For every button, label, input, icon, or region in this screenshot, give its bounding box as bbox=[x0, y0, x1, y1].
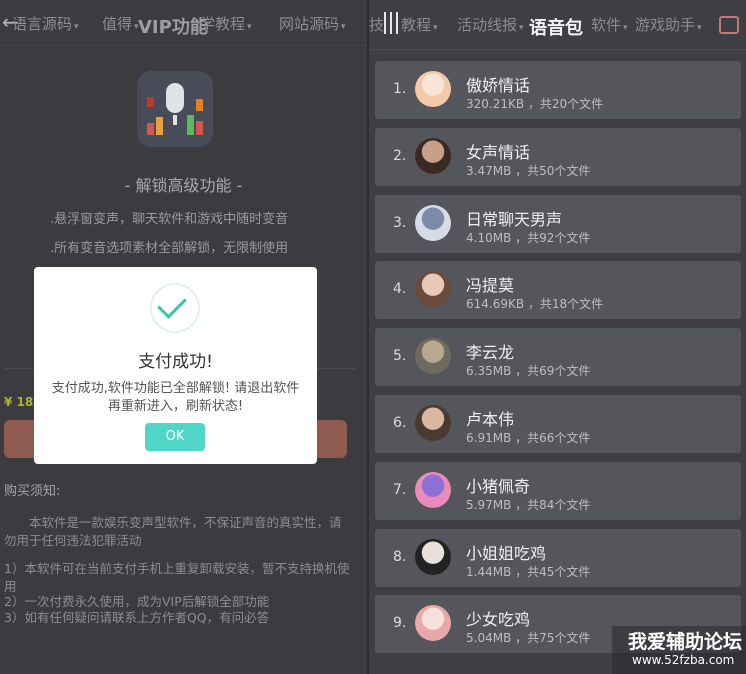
item-meta: 3.47MB ，共50个文件 bbox=[466, 164, 591, 178]
item-meta: 4.10MB ，共92个文件 bbox=[466, 231, 591, 245]
voice-pack-item[interactable]: 5. 李云龙 6.35MB ，共69个文件 bbox=[375, 328, 741, 386]
item-name: 傲娇情话 bbox=[466, 76, 531, 95]
equalizer-bar bbox=[187, 115, 194, 135]
item-meta: 320.21KB ，共20个文件 bbox=[466, 97, 604, 111]
item-index: 8. bbox=[393, 549, 407, 565]
voice-pack-item[interactable]: 1. 傲娇情话 320.21KB ，共20个文件 bbox=[375, 61, 741, 119]
notice-title: 购买须知: bbox=[4, 484, 61, 499]
watermark-url: www.52fzba.com bbox=[632, 653, 735, 667]
equalizer-bar bbox=[196, 99, 203, 111]
item-name: 少女吃鸡 bbox=[466, 610, 531, 629]
avatar bbox=[415, 71, 451, 107]
avatar bbox=[415, 472, 451, 508]
avatar bbox=[415, 605, 451, 641]
nav-item-language-source[interactable]: 语言源码 ▾ bbox=[12, 13, 79, 34]
item-index: 2. bbox=[393, 148, 407, 164]
unlock-title: - 解锁高级功能 - bbox=[124, 176, 243, 195]
item-meta: 1.44MB ，共45个文件 bbox=[466, 565, 591, 579]
nav-item-game-helper[interactable]: 游戏助手 ▾ bbox=[635, 14, 702, 35]
nav-item-tech[interactable]: 技 bbox=[369, 14, 384, 35]
item-name: 卢本伟 bbox=[466, 410, 515, 429]
price-label: ¥ 18. bbox=[4, 395, 38, 409]
item-index: 9. bbox=[393, 615, 407, 631]
nav-item-activity-news[interactable]: 活动线报 ▾ bbox=[457, 14, 524, 35]
equalizer-bar bbox=[196, 121, 203, 135]
equalizer-bar bbox=[147, 123, 154, 135]
item-name: 小姐姐吃鸡 bbox=[466, 544, 547, 563]
vip-panel: ← 语言源码 ▾ 值得 ▾ 学教程 ▾ 网站源码 ▾ VIP功能 - 解锁高级功能 - … bbox=[0, 0, 367, 674]
watermark-name: 我爱辅助论坛 bbox=[628, 631, 743, 653]
left-top-nav: ← 语言源码 ▾ 值得 ▾ 学教程 ▾ 网站源码 ▾ VIP功能 bbox=[0, 0, 367, 46]
item-name: 日常聊天男声 bbox=[466, 210, 563, 229]
item-name: 女声情话 bbox=[466, 143, 531, 162]
avatar bbox=[415, 138, 451, 174]
avatar bbox=[415, 338, 451, 374]
app-logo bbox=[137, 71, 213, 147]
success-check-icon bbox=[150, 283, 200, 333]
menu-icon[interactable] bbox=[384, 12, 398, 34]
item-meta: 6.91MB ，共66个文件 bbox=[466, 431, 591, 445]
avatar bbox=[415, 271, 451, 307]
voice-pack-item[interactable]: 8. 小姐姐吃鸡 1.44MB ，共45个文件 bbox=[375, 529, 741, 587]
item-index: 4. bbox=[393, 281, 407, 297]
page-title: 语音包 bbox=[529, 18, 583, 39]
notice-body: 本软件是一款娱乐变声型软件，不保证声音的真实性，请勿用于任何违法犯罪活动 bbox=[4, 515, 342, 548]
nav-item-tutorial[interactable]: 教程 ▾ bbox=[401, 14, 438, 35]
voice-pack-item[interactable]: 7. 小猪佩奇 5.97MB ，共84个文件 bbox=[375, 462, 741, 520]
screen: ← 语言源码 ▾ 值得 ▾ 学教程 ▾ 网站源码 ▾ VIP功能 - 解锁高级功能 - … bbox=[0, 0, 746, 674]
shop-icon[interactable] bbox=[719, 16, 739, 34]
equalizer-bar bbox=[147, 97, 154, 107]
notice-item: 1）本软件可在当前支付手机上重复卸载安装，暂不支持换机使用 bbox=[4, 561, 350, 594]
item-index: 3. bbox=[393, 215, 407, 231]
item-meta: 5.97MB ，共84个文件 bbox=[466, 498, 591, 512]
page-title: VIP功能 bbox=[138, 17, 208, 38]
item-index: 7. bbox=[393, 482, 407, 498]
nav-item-software[interactable]: 软件 ▾ bbox=[591, 14, 628, 35]
item-meta: 5.04MB ，共75个文件 bbox=[466, 631, 591, 645]
item-index: 1. bbox=[393, 81, 407, 97]
avatar bbox=[415, 405, 451, 441]
item-meta: 6.35MB ，共69个文件 bbox=[466, 364, 591, 378]
item-name: 冯提莫 bbox=[466, 276, 515, 295]
dialog-message: 支付成功,软件功能已全部解锁! 请退出软件再重新进入，刷新状态! bbox=[51, 381, 300, 414]
voice-pack-item[interactable]: 4. 冯提莫 614.69KB ，共18个文件 bbox=[375, 261, 741, 319]
equalizer-bar bbox=[156, 117, 163, 135]
voice-pack-item[interactable]: 6. 卢本伟 6.91MB ，共66个文件 bbox=[375, 395, 741, 453]
payment-success-dialog: 支付成功! 支付成功,软件功能已全部解锁! 请退出软件再重新进入，刷新状态! O… bbox=[34, 267, 317, 464]
feature-line: .所有变音选项素材全部解锁，无限制使用 bbox=[50, 241, 289, 256]
right-top-nav: 技 教程 ▾ 活动线报 ▾ 软件 ▾ 游戏助手 ▾ 语音包 bbox=[369, 0, 746, 50]
avatar bbox=[415, 205, 451, 241]
item-name: 李云龙 bbox=[466, 343, 515, 362]
ok-button[interactable]: OK bbox=[145, 423, 205, 451]
dialog-title: 支付成功! bbox=[138, 352, 213, 372]
checkmark-icon bbox=[157, 289, 187, 319]
avatar bbox=[415, 539, 451, 575]
voice-pack-panel: 技 教程 ▾ 活动线报 ▾ 软件 ▾ 游戏助手 ▾ 语音包 1. 傲娇情话 320.21KB… bbox=[369, 0, 746, 674]
voice-pack-item[interactable]: 3. 日常聊天男声 4.10MB ，共92个文件 bbox=[375, 195, 741, 253]
item-meta: 614.69KB ，共18个文件 bbox=[466, 297, 604, 311]
nav-item-website-source[interactable]: 网站源码 ▾ bbox=[279, 13, 346, 34]
nav-item-worth[interactable]: 值得 ▾ bbox=[102, 13, 139, 34]
item-index: 6. bbox=[393, 415, 407, 431]
item-index: 5. bbox=[393, 348, 407, 364]
feature-line: .悬浮窗变声，聊天软件和游戏中随时变音 bbox=[50, 212, 289, 227]
microphone-icon bbox=[166, 83, 184, 113]
voice-pack-item[interactable]: 2. 女声情话 3.47MB ，共50个文件 bbox=[375, 128, 741, 186]
notice-item: 3）如有任何疑问请联系上方作者QQ，有问必答 bbox=[4, 610, 270, 625]
microphone-stand bbox=[173, 115, 177, 125]
item-name: 小猪佩奇 bbox=[466, 477, 531, 496]
